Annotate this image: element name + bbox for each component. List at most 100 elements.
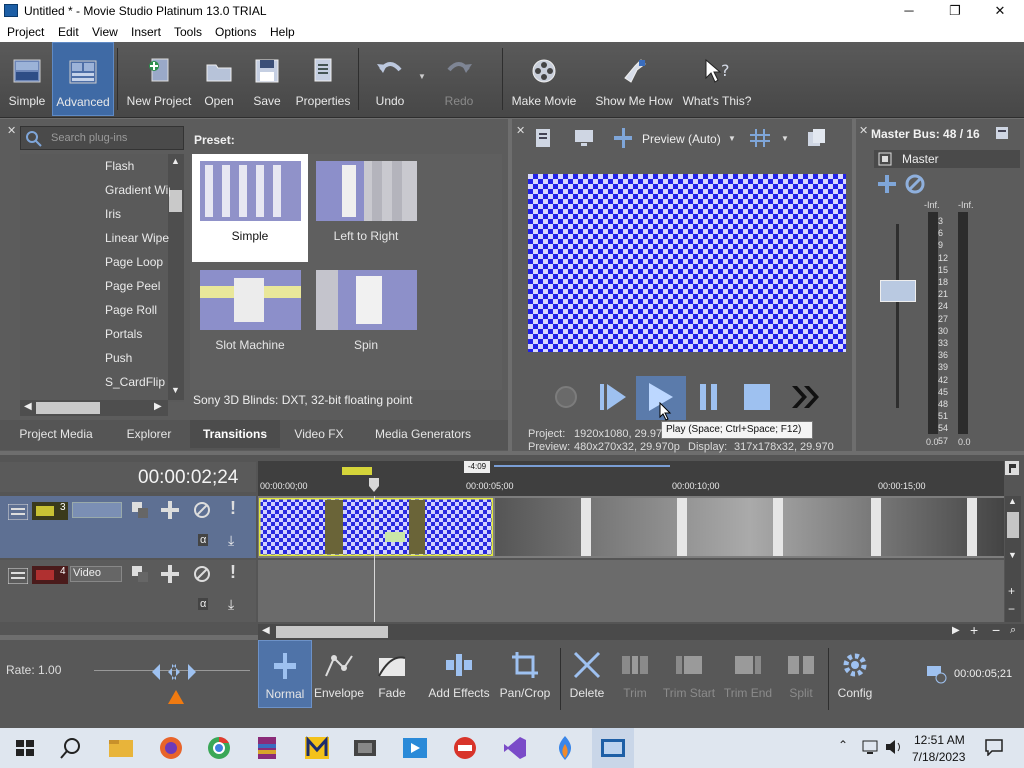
zoom-out-icon[interactable]: − [992,622,1000,638]
mixer-properties-icon[interactable] [994,125,1010,141]
minimize-button[interactable]: ─ [886,0,932,22]
track-motion-icon[interactable] [160,500,180,520]
playhead-icon[interactable] [369,478,379,492]
tab-video-fx[interactable]: Video FX [288,420,350,448]
dev-cpp-icon[interactable] [450,734,480,762]
zoom-out-icon[interactable]: − [1008,602,1015,616]
track-name-field[interactable]: Video [70,566,122,582]
config-tool[interactable]: Config [832,640,878,708]
properties-button[interactable]: Properties [294,42,352,116]
new-project-button[interactable]: New Project [124,42,194,116]
add-effects-tool[interactable]: Add Effects [424,640,494,708]
volume-icon[interactable] [884,738,904,756]
track-motion-icon[interactable] [160,564,180,584]
visual-studio-icon[interactable] [500,734,530,762]
compositing-mode-icon[interactable] [130,500,150,520]
media-generator-clip[interactable] [259,498,493,556]
bus-fx-icon[interactable] [878,152,892,166]
file-explorer-icon[interactable] [106,734,136,762]
track-collapse-icon[interactable] [8,568,28,584]
solo-track-icon[interactable]: ! [230,498,236,519]
search-icon[interactable] [58,734,88,762]
make-movie-button[interactable]: Make Movie [508,42,580,116]
solo-track-icon[interactable]: ! [230,562,236,583]
undo-dropdown[interactable]: ▼ [416,42,428,116]
zoom-in-icon[interactable]: + [970,622,978,638]
winrar-icon[interactable] [252,734,282,762]
track-header-video-2[interactable]: 4 Video ! α ⤓ [0,560,256,622]
mute-track-icon[interactable] [192,564,212,584]
plugin-tree-hscroll[interactable]: ◀ ▶ [20,400,168,416]
close-button[interactable]: ✕ [977,0,1023,22]
track-collapse-icon[interactable] [8,504,28,520]
fade-tool[interactable]: Fade [366,640,418,708]
close-panel-icon[interactable]: ✕ [859,124,868,137]
make-child-track-icon[interactable]: ⤓ [228,596,234,613]
trim-start-tool[interactable]: Trim Start [660,640,718,708]
plugin-search-box[interactable]: Search plug-ins [20,126,184,150]
split-screen-icon[interactable] [612,128,634,148]
loop-region-marker[interactable] [342,467,372,475]
whats-this-button[interactable]: ? What's This? [680,42,754,116]
video-clip[interactable] [495,498,1004,556]
mute-icon[interactable] [904,173,926,195]
master-fader-handle[interactable] [880,280,916,302]
stop-icon[interactable] [740,380,774,414]
redo-button[interactable]: Redo [434,42,484,116]
scroll-right-icon[interactable]: ▶ [952,625,960,636]
track-header-video-1[interactable]: 3 ! α ⤓ [0,496,256,558]
parent-compositing-icon[interactable]: α [198,598,209,610]
timecode-display[interactable]: 00:00:02;24 [138,467,238,489]
network-icon[interactable] [860,738,880,756]
show-me-how-button[interactable]: Show Me How [592,42,676,116]
pan-icon[interactable] [876,173,898,195]
zoom-in-icon[interactable]: + [1008,584,1015,598]
play-from-start-icon[interactable] [596,380,630,414]
fast-forward-icon[interactable] [789,380,823,414]
chevron-down-icon[interactable]: ▼ [781,134,789,143]
plugin-item-page-loop[interactable]: Page Loop [84,252,170,272]
preset-spin[interactable]: Spin [308,263,424,371]
tab-project-media[interactable]: Project Media [12,420,100,448]
record-icon[interactable] [549,380,583,414]
preview-properties-icon[interactable] [533,127,555,149]
preset-left-to-right[interactable]: Left to Right [308,154,424,262]
plugin-item-push[interactable]: Push [84,348,170,368]
pan-crop-tool[interactable]: Pan/Crop [496,640,554,708]
external-monitor-icon[interactable] [573,127,595,149]
advanced-button[interactable]: Advanced [52,42,114,116]
preview-quality-select[interactable]: Preview (Auto) [642,132,721,146]
pause-icon[interactable] [692,380,726,414]
copy-snapshot-icon[interactable] [806,127,828,149]
tab-transitions[interactable]: Transitions [190,420,280,448]
scroll-left-icon[interactable]: ◀ [24,401,32,412]
open-button[interactable]: Open [198,42,240,116]
marker-toolbar-icon[interactable] [1005,461,1019,475]
trim-tool[interactable]: Trim [612,640,658,708]
scroll-right-icon[interactable]: ▶ [154,401,162,412]
envelope-edit-tool[interactable]: Envelope [312,640,366,708]
menu-tools[interactable]: Tools [174,25,202,39]
plugin-item-iris[interactable]: Iris [84,204,170,224]
media-app-icon[interactable] [400,734,430,762]
timeline-vscroll[interactable]: ▲ ▼ + − [1005,496,1021,622]
plugin-item-gradient-wipe[interactable]: Gradient Wip [84,180,170,200]
delete-tool[interactable]: Delete [564,640,610,708]
plugin-item-flash[interactable]: Flash [84,156,170,176]
make-child-track-icon[interactable]: ⤓ [228,532,234,549]
tab-media-generators[interactable]: Media Generators [362,420,484,448]
rate-slider-handle-icon[interactable] [150,660,198,708]
clock-time[interactable]: 12:51 AM [914,733,965,747]
plugin-item-page-peel[interactable]: Page Peel [84,276,170,296]
chrome-icon[interactable] [204,734,234,762]
hscroll-thumb[interactable] [36,402,100,414]
chevron-down-icon[interactable]: ▼ [728,134,736,143]
menu-project[interactable]: Project [7,25,44,39]
menu-view[interactable]: View [92,25,118,39]
video-editor-icon[interactable] [350,734,380,762]
menu-options[interactable]: Options [215,25,256,39]
plugin-item-portals[interactable]: Portals [84,324,170,344]
scroll-down-icon[interactable]: ▼ [1008,550,1017,560]
scroll-down-icon[interactable]: ▼ [171,385,180,395]
overlays-grid-icon[interactable] [748,127,772,149]
